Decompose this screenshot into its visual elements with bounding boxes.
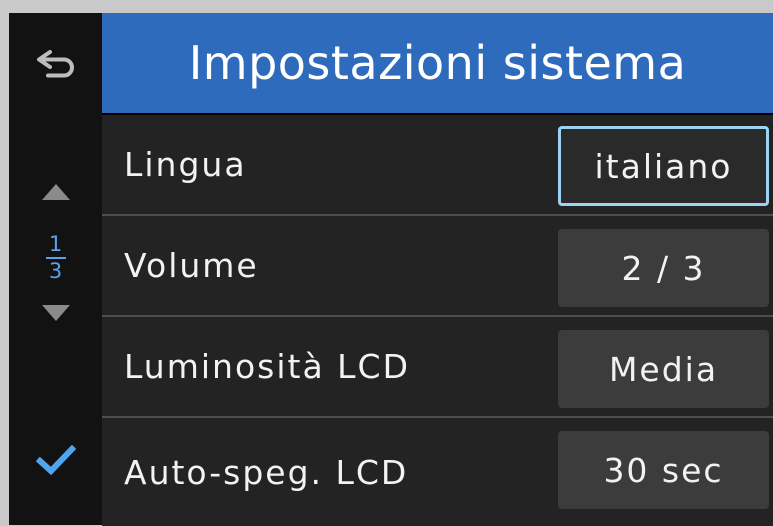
setting-row-lcd-auto-off[interactable]: Auto-speg. LCD 30 sec <box>102 418 773 526</box>
back-button[interactable] <box>9 13 102 115</box>
language-value-button[interactable]: italiano <box>558 126 769 206</box>
setting-label: Luminosità LCD <box>124 347 410 386</box>
setting-row-lcd-brightness[interactable]: Luminosità LCD Media <box>102 317 773 418</box>
triangle-down-icon <box>41 305 70 321</box>
lcd-brightness-value-button[interactable]: Media <box>558 330 769 408</box>
settings-list: Lingua italiano Volume 2 / 3 Luminosità … <box>102 115 773 526</box>
setting-row-volume[interactable]: Volume 2 / 3 <box>102 216 773 317</box>
page-indicator: 1 3 <box>9 225 102 289</box>
lcd-auto-off-value-button[interactable]: 30 sec <box>558 431 769 509</box>
device-screen: 1 3 Impostazioni sistema Lingua italiano… <box>9 13 773 526</box>
scroll-down-button[interactable] <box>9 295 102 331</box>
back-arrow-icon <box>36 50 74 78</box>
sidebar: 1 3 <box>9 13 102 525</box>
confirm-button[interactable] <box>9 425 102 495</box>
setting-label: Volume <box>124 246 259 285</box>
page-current: 1 <box>48 231 63 256</box>
setting-label: Auto-speg. LCD <box>124 452 409 492</box>
scroll-up-button[interactable] <box>9 173 102 211</box>
setting-row-language[interactable]: Lingua italiano <box>102 115 773 216</box>
checkmark-icon <box>35 445 76 475</box>
page-total: 3 <box>48 258 63 283</box>
setting-label: Lingua <box>124 145 247 184</box>
page-title: Impostazioni sistema <box>102 13 773 113</box>
volume-value-button[interactable]: 2 / 3 <box>558 229 769 307</box>
triangle-up-icon <box>41 184 70 200</box>
